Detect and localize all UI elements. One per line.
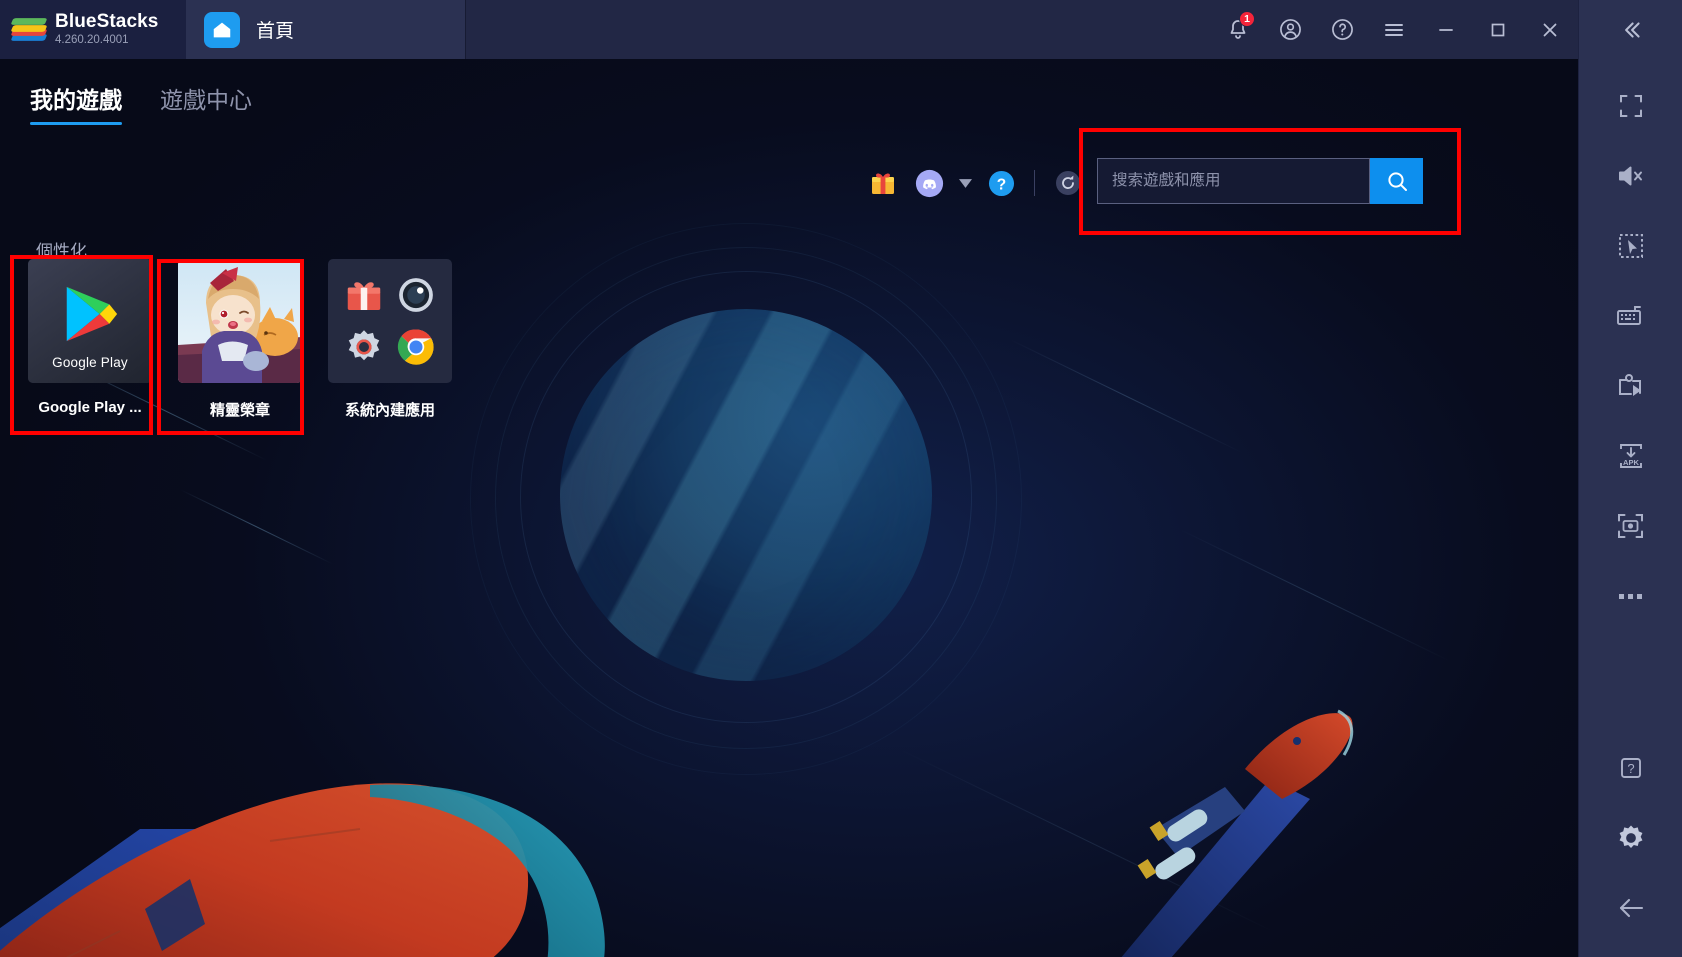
- help-bubble-button[interactable]: ?: [978, 163, 1024, 203]
- tab-my-games-label: 我的遊戲: [30, 87, 122, 113]
- more-options-button[interactable]: [1579, 561, 1682, 631]
- gift-button[interactable]: [860, 163, 906, 203]
- titlebar-actions: 1: [1212, 0, 1578, 59]
- install-apk-button[interactable]: APK: [1579, 421, 1682, 491]
- fullscreen-icon: [1619, 95, 1642, 117]
- gear-icon: [1619, 825, 1642, 848]
- instance-tab-home[interactable]: 首頁: [186, 0, 466, 59]
- notifications-button[interactable]: 1: [1212, 0, 1264, 59]
- svg-text:?: ?: [1627, 761, 1634, 776]
- refresh-button[interactable]: [1045, 163, 1091, 203]
- emulator-area: BlueStacks 4.260.20.4001 首頁 1 我的遊戲 遊戲中心 …: [0, 0, 1578, 957]
- brand-version: 4.260.20.4001: [55, 34, 129, 47]
- app-tile-spirit-emblem[interactable]: 精靈榮章: [174, 259, 306, 420]
- search-input[interactable]: [1112, 172, 1355, 190]
- tab-game-center-label: 遊戲中心: [160, 87, 252, 113]
- camera-icon: [399, 278, 433, 312]
- fullscreen-button[interactable]: [1579, 71, 1682, 141]
- app-tile-system-apps-folder[interactable]: 系統內建應用: [324, 259, 456, 420]
- titlebar-spacer: [466, 0, 1212, 59]
- game-artwork-icon: [178, 259, 302, 383]
- chrome-icon: [397, 329, 434, 365]
- app-label-google-play: Google Play ...: [38, 399, 142, 416]
- tab-my-games[interactable]: 我的遊戲: [30, 81, 122, 125]
- bluestacks-logo-icon: [10, 14, 48, 46]
- help-button[interactable]: [1316, 0, 1368, 59]
- sidebar-help-button[interactable]: ?: [1579, 733, 1682, 803]
- macro-recorder-button[interactable]: [1579, 351, 1682, 421]
- sidebar-bottom-items: ?: [1579, 733, 1682, 957]
- mute-button[interactable]: [1579, 141, 1682, 211]
- app-label-system-apps: 系統內建應用: [344, 402, 435, 419]
- home-content: 我的遊戲 遊戲中心 ? 搜索遊戲和應用 個性化 Google Play Goog…: [0, 59, 1578, 957]
- question-box-icon: ?: [1620, 758, 1641, 778]
- app-tile-google-play[interactable]: Google Play Google Play ...: [24, 259, 156, 420]
- maximize-button[interactable]: [1472, 0, 1524, 59]
- gift-icon: [872, 173, 894, 194]
- home-toolbar: 我的遊戲 遊戲中心 ? 搜索遊戲和應用: [0, 59, 1578, 209]
- search-bar: [1097, 158, 1423, 204]
- brand-block: BlueStacks 4.260.20.4001: [0, 0, 186, 59]
- close-button[interactable]: [1524, 0, 1576, 59]
- keyboard-controls-button[interactable]: [1579, 281, 1682, 351]
- app-label-spirit-emblem: 精靈榮章: [209, 402, 270, 419]
- bluestacks-window: BlueStacks 4.260.20.4001 首頁 1 我的遊戲 遊戲中心 …: [0, 0, 1682, 957]
- tab-game-center[interactable]: 遊戲中心: [160, 81, 252, 125]
- folder-icon: [328, 259, 452, 383]
- discord-dropdown[interactable]: [952, 163, 978, 203]
- svg-text:APK: APK: [1622, 458, 1639, 467]
- apk-download-icon: APK: [1619, 444, 1642, 468]
- notification-badge: 1: [1239, 11, 1255, 27]
- title-bar: BlueStacks 4.260.20.4001 首頁 1: [0, 0, 1578, 59]
- home-icon: [204, 11, 240, 48]
- google-play-icon: Google Play: [28, 259, 152, 383]
- gift-box-icon: [347, 282, 381, 310]
- speaker-mute-icon: [1618, 166, 1642, 186]
- discord-icon: [915, 169, 943, 197]
- sidebar-items: APK: [1579, 59, 1682, 733]
- screen-record-play-icon: [1619, 374, 1641, 396]
- sidebar-settings-button[interactable]: [1579, 803, 1682, 873]
- toolbar-actions: ?: [860, 163, 1091, 203]
- gear-icon: [348, 330, 380, 361]
- cursor-select-icon: [1618, 234, 1643, 258]
- screenshot-camera-icon: [1618, 514, 1643, 538]
- screenshot-button[interactable]: [1579, 491, 1682, 561]
- search-input-wrap[interactable]: [1097, 158, 1370, 204]
- sidebar-back-button[interactable]: [1579, 873, 1682, 943]
- google-play-tile-text: Google Play: [52, 355, 128, 370]
- question-mark-icon: ?: [988, 170, 1014, 196]
- sidebar-collapse-button[interactable]: [1579, 0, 1682, 59]
- toolbar-divider: [1034, 170, 1035, 196]
- brand-name: BlueStacks: [55, 11, 159, 33]
- select-region-button[interactable]: [1579, 211, 1682, 281]
- account-button[interactable]: [1264, 0, 1316, 59]
- right-sidebar: APK ?: [1578, 0, 1682, 957]
- minimize-button[interactable]: [1420, 0, 1472, 59]
- refresh-icon: [1056, 171, 1080, 195]
- double-chevron-left-icon: [1624, 21, 1640, 38]
- keyboard-icon: [1616, 306, 1641, 325]
- rocket-large-graphic: [0, 783, 605, 957]
- svg-text:?: ?: [996, 176, 1005, 193]
- arrow-left-icon: [1619, 898, 1643, 918]
- home-tabs: 我的遊戲 遊戲中心: [30, 81, 252, 125]
- search-submit-button[interactable]: [1370, 158, 1423, 204]
- discord-button[interactable]: [906, 163, 952, 203]
- search-icon: [1387, 172, 1407, 191]
- rocket-small-graphic: [1121, 709, 1354, 957]
- ellipsis-icon: [1618, 594, 1642, 599]
- instance-tab-label: 首頁: [256, 21, 295, 42]
- chevron-down-icon: [958, 178, 972, 188]
- app-grid: Google Play Google Play ... 精靈榮章 系統內建應用: [24, 259, 456, 420]
- menu-button[interactable]: [1368, 0, 1420, 59]
